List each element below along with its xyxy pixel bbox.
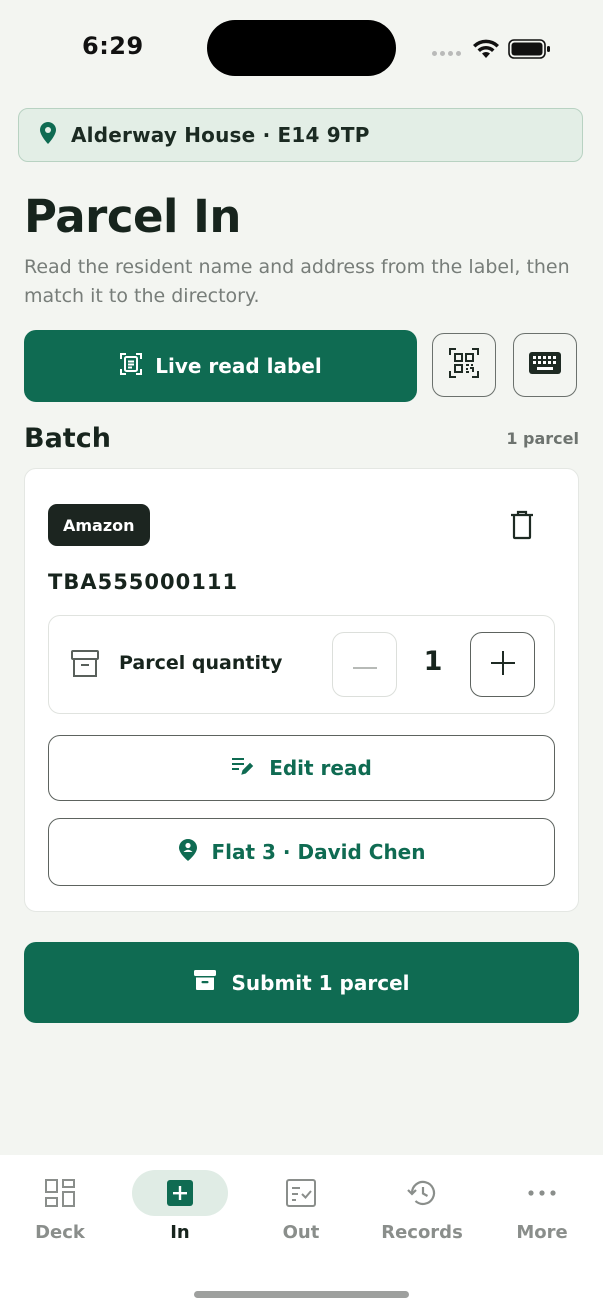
batch-count: 1 parcel	[506, 429, 579, 448]
live-read-label-button[interactable]: Live read label	[24, 330, 417, 402]
plus-box-icon	[132, 1170, 228, 1216]
quantity-value: 1	[423, 646, 443, 677]
manual-entry-button[interactable]	[513, 333, 577, 397]
location-label: Alderway House · E14 9TP	[71, 123, 370, 147]
tracking-number: TBA555000111	[48, 570, 239, 594]
person-pin-icon	[178, 838, 198, 867]
recipient-label: Flat 3 · David Chen	[211, 840, 426, 864]
decrease-quantity-button[interactable]	[332, 632, 397, 697]
battery-icon	[508, 38, 552, 64]
status-time: 6:29	[82, 32, 144, 60]
archive-box-icon	[70, 649, 100, 683]
edit-read-button[interactable]: Edit read	[48, 735, 555, 801]
checklist-icon	[286, 1170, 316, 1216]
tab-records[interactable]: Records	[362, 1170, 482, 1260]
map-pin-icon	[39, 121, 57, 149]
wifi-icon	[472, 38, 500, 64]
page-subtitle: Read the resident name and address from …	[24, 256, 570, 307]
keyboard-icon	[529, 352, 561, 378]
dynamic-island	[207, 20, 396, 76]
minus-icon	[352, 655, 377, 674]
quantity-label: Parcel quantity	[119, 652, 283, 674]
tab-records-label: Records	[381, 1222, 463, 1243]
tab-out-label: Out	[282, 1222, 320, 1243]
page-title: Parcel In	[24, 190, 241, 243]
scan-document-icon	[119, 352, 143, 381]
edit-read-label: Edit read	[269, 756, 372, 780]
qr-code-icon	[449, 348, 479, 382]
delete-parcel-button[interactable]	[508, 509, 536, 545]
tab-deck-label: Deck	[35, 1222, 85, 1243]
submit-parcels-button[interactable]: Submit 1 parcel	[24, 942, 579, 1023]
tab-in-label: In	[170, 1222, 190, 1243]
history-icon	[406, 1170, 438, 1216]
dashboard-icon	[45, 1170, 75, 1216]
cellular-signal-icon	[432, 51, 461, 56]
more-dots-icon	[528, 1170, 556, 1216]
tab-deck[interactable]: Deck	[0, 1170, 120, 1260]
plus-icon	[490, 650, 515, 679]
edit-text-icon	[231, 756, 255, 781]
tab-in[interactable]: In	[120, 1170, 240, 1260]
recipient-button[interactable]: Flat 3 · David Chen	[48, 818, 555, 886]
submit-label: Submit 1 parcel	[231, 970, 410, 995]
tab-out[interactable]: Out	[241, 1170, 361, 1260]
qr-scan-button[interactable]	[432, 333, 496, 397]
archive-box-icon	[193, 968, 217, 997]
tab-more[interactable]: More	[482, 1170, 602, 1260]
carrier-badge: Amazon	[48, 504, 150, 546]
home-indicator	[194, 1291, 409, 1298]
trash-icon	[508, 510, 536, 545]
live-read-label-text: Live read label	[155, 354, 322, 378]
location-banner[interactable]: Alderway House · E14 9TP	[18, 108, 583, 162]
increase-quantity-button[interactable]	[470, 632, 535, 697]
tab-more-label: More	[516, 1222, 568, 1243]
batch-title: Batch	[24, 423, 111, 454]
